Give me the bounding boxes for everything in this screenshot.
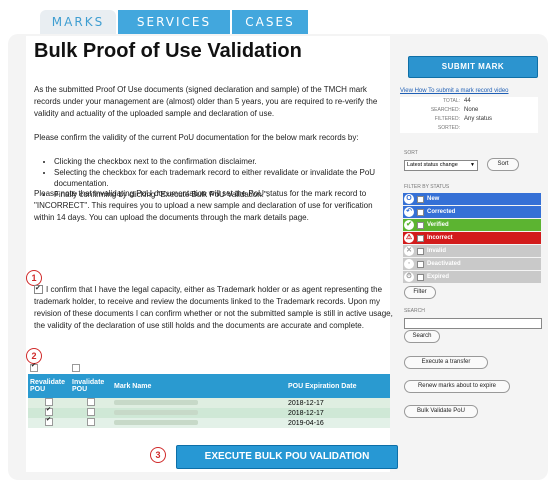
stat-key: TOTAL: bbox=[442, 98, 460, 104]
status-filter-new[interactable]: O New bbox=[403, 193, 541, 205]
status-label: Expired bbox=[427, 274, 450, 280]
renew-marks-button[interactable]: Renew marks about to expire bbox=[404, 380, 510, 393]
intro-paragraph: As the submitted Proof Of Use documents … bbox=[34, 85, 378, 118]
header-mark-name: Mark Name bbox=[112, 374, 286, 398]
revalidate-checkbox[interactable] bbox=[45, 406, 53, 416]
confirm-instructions: Please confirm the validity of the curre… bbox=[34, 133, 359, 142]
status-label: Incorrect bbox=[427, 235, 453, 241]
search-input[interactable] bbox=[404, 318, 542, 329]
status-label: Invalid bbox=[427, 248, 447, 254]
status-icon: ◦ bbox=[404, 259, 414, 269]
revalidate-checkbox[interactable] bbox=[45, 398, 53, 406]
status-filter-deactivated[interactable]: ◦ Deactivated bbox=[403, 258, 541, 270]
status-checkbox[interactable] bbox=[417, 247, 424, 255]
invalidate-checkbox[interactable] bbox=[87, 408, 95, 416]
execute-transfer-button[interactable]: Execute a transfer bbox=[404, 356, 488, 369]
status-filter-incorrect[interactable]: ⚠ Incorrect bbox=[403, 232, 541, 244]
status-label: Deactivated bbox=[427, 261, 461, 267]
status-label: Corrected bbox=[427, 209, 456, 215]
table-row: 2019-04-16 bbox=[28, 416, 390, 428]
status-label: New bbox=[427, 196, 440, 202]
expiration-date: 2018-12-17 bbox=[286, 408, 390, 418]
status-checkbox[interactable] bbox=[417, 208, 424, 216]
status-icon: ✔ bbox=[404, 220, 414, 230]
mark-name-redacted bbox=[114, 399, 198, 405]
stat-value: None bbox=[464, 107, 479, 113]
status-checkbox[interactable] bbox=[417, 273, 424, 281]
revalidate-checkbox[interactable] bbox=[45, 416, 53, 426]
mark-records-table: Revalidate POU Invalidate POU Mark Name … bbox=[28, 362, 390, 428]
status-filter-invalid[interactable]: ✕ Invalid bbox=[403, 245, 541, 257]
tab-services[interactable]: SERVICES bbox=[118, 10, 230, 34]
status-checkbox[interactable] bbox=[417, 221, 424, 229]
expiration-date: 2019-04-16 bbox=[286, 418, 390, 428]
status-icon: ⏱ bbox=[404, 272, 414, 282]
invalidate-checkbox[interactable] bbox=[87, 418, 95, 426]
header-invalidate: Invalidate POU bbox=[70, 374, 112, 398]
table-header: Revalidate POU Invalidate POU Mark Name … bbox=[28, 374, 390, 398]
filter-label: FILTER BY STATUS bbox=[404, 184, 450, 190]
status-checkbox[interactable] bbox=[417, 260, 424, 268]
annotation-marker-3: 3 bbox=[150, 447, 166, 463]
sort-button[interactable]: Sort bbox=[487, 158, 519, 171]
status-icon: ↶ bbox=[404, 207, 414, 217]
status-filter-verified[interactable]: ✔ Verified bbox=[403, 219, 541, 231]
execute-bulk-pou-button[interactable]: EXECUTE BULK POU VALIDATION bbox=[176, 445, 398, 469]
warning-paragraph: Please note that invalidating PoU docume… bbox=[34, 189, 373, 222]
stat-key: SEARCHED: bbox=[430, 107, 460, 113]
submit-mark-button[interactable]: SUBMIT MARK bbox=[408, 56, 538, 78]
stat-value: Any status bbox=[464, 116, 493, 122]
step-item: Selecting the checkbox for each trademar… bbox=[54, 167, 394, 189]
status-filter-corrected[interactable]: ↶ Corrected bbox=[403, 206, 541, 218]
table-row: 2018-12-17 bbox=[28, 406, 390, 418]
expiration-date: 2018-12-17 bbox=[286, 398, 390, 408]
stat-key: FILTERED: bbox=[434, 116, 460, 122]
video-link[interactable]: View How To submit a mark record video bbox=[400, 88, 509, 94]
select-all-revalidate-checkbox[interactable] bbox=[30, 362, 38, 372]
tab-cases[interactable]: CASES bbox=[232, 10, 308, 34]
filter-button[interactable]: Filter bbox=[404, 286, 436, 299]
status-icon: ✕ bbox=[404, 246, 414, 256]
main-tabs: MARKS SERVICES CASES bbox=[40, 10, 308, 34]
select-all-invalidate-checkbox[interactable] bbox=[72, 364, 80, 372]
search-button[interactable]: Search bbox=[404, 330, 440, 343]
tab-marks[interactable]: MARKS bbox=[40, 10, 116, 34]
status-icon: ⚠ bbox=[404, 233, 414, 243]
bulk-validate-pou-button[interactable]: Bulk Validate PoU bbox=[404, 405, 478, 418]
status-filter-list: O New ↶ Corrected ✔ Verified ⚠ Incorrect ✕ Invali… bbox=[403, 193, 541, 284]
status-label: Verified bbox=[427, 222, 449, 228]
sort-select[interactable]: Latest status change bbox=[404, 160, 478, 171]
status-checkbox[interactable] bbox=[417, 195, 424, 203]
disclaimer-text: I confirm that I have the legal capacity… bbox=[34, 285, 393, 330]
status-filter-expired[interactable]: ⏱ Expired bbox=[403, 271, 541, 283]
status-icon: O bbox=[404, 194, 414, 204]
mark-name-redacted bbox=[114, 409, 198, 415]
disclaimer-checkbox[interactable] bbox=[34, 283, 43, 295]
select-all-row bbox=[28, 362, 390, 374]
header-revalidate: Revalidate POU bbox=[28, 374, 70, 398]
stats-panel: TOTAL: 44 SEARCHED: None FILTERED: Any stat… bbox=[400, 97, 538, 133]
sort-label: SORT bbox=[404, 150, 418, 156]
mark-name-redacted bbox=[114, 419, 198, 425]
invalidate-checkbox[interactable] bbox=[87, 398, 95, 406]
header-expiration: POU Expiration Date bbox=[286, 374, 390, 398]
search-label: SEARCH bbox=[404, 308, 425, 314]
status-checkbox[interactable] bbox=[417, 234, 424, 242]
stat-key: SORTED: bbox=[437, 125, 460, 131]
disclaimer: I confirm that I have the legal capacity… bbox=[34, 283, 394, 332]
page-title: Bulk Proof of Use Validation bbox=[34, 40, 302, 62]
table-row: 2018-12-17 bbox=[28, 398, 390, 408]
step-item: Clicking the checkbox next to the confir… bbox=[54, 156, 394, 167]
stat-value: 44 bbox=[464, 98, 471, 104]
